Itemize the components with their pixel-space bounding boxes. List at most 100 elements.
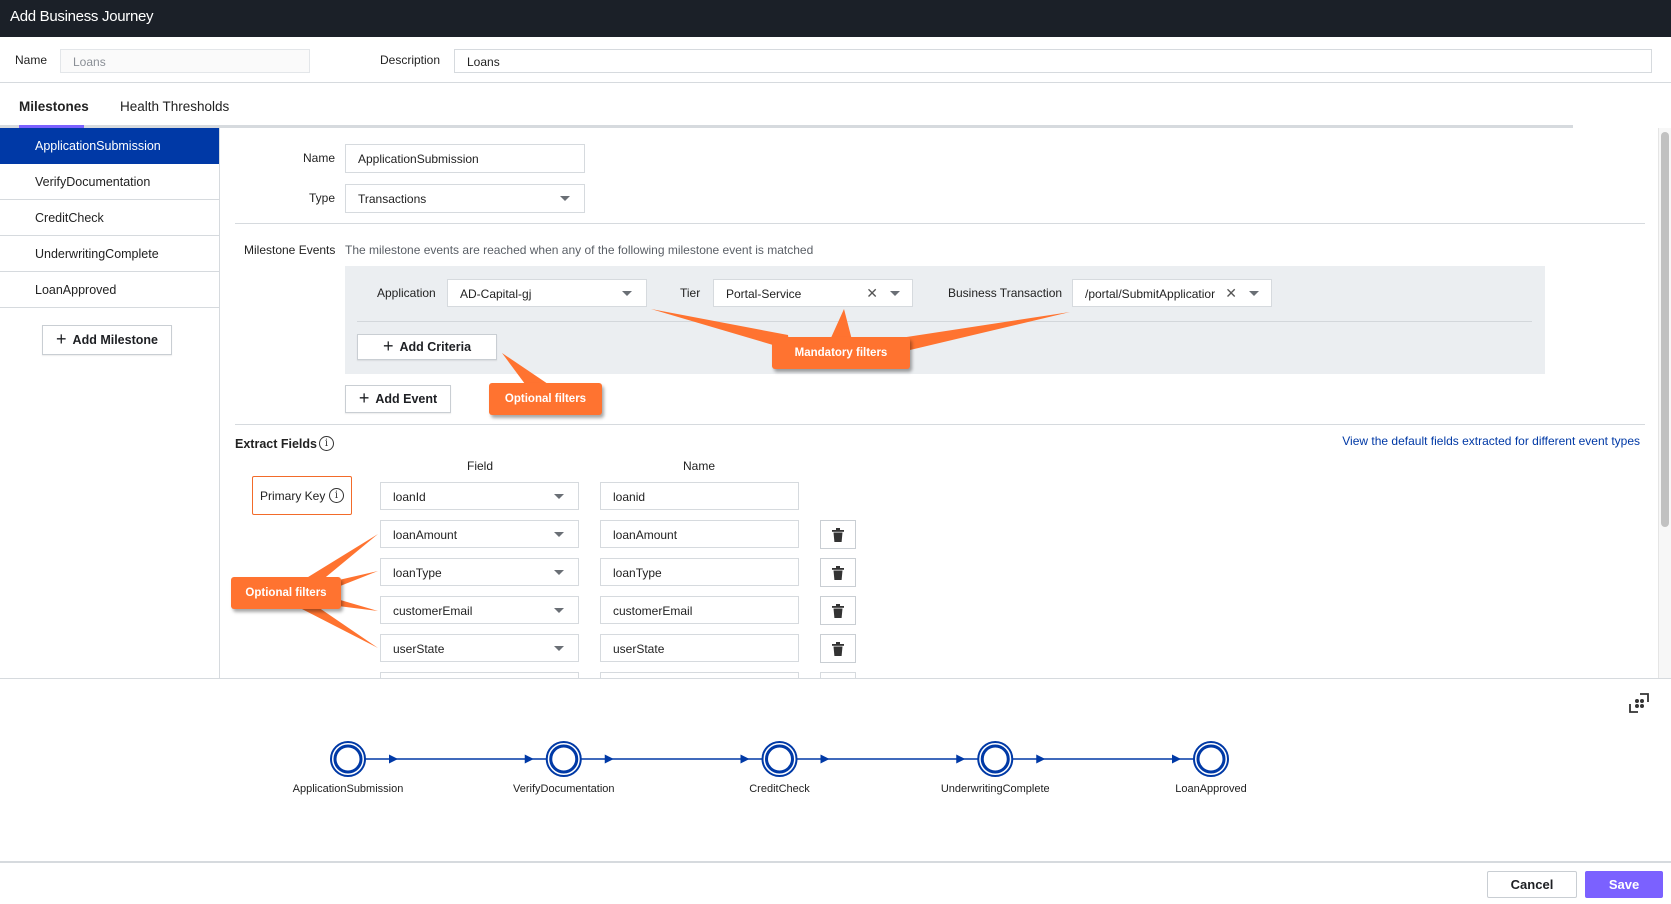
field-name-input[interactable]: loanid <box>600 482 799 510</box>
tab-milestones[interactable]: Milestones <box>19 99 89 114</box>
field-select-value: loanType <box>393 566 442 580</box>
primary-key-badge: Primary Key i <box>252 476 352 515</box>
flow-arrow-icon <box>604 754 614 764</box>
milestone-item-label: VerifyDocumentation <box>35 175 151 189</box>
field-column-header: Field <box>467 459 494 473</box>
add-milestone-label: Add Milestone <box>72 333 158 347</box>
optional-fields-callout: Optional filters <box>231 577 341 609</box>
info-icon[interactable]: i <box>319 436 334 451</box>
flow-arrow-icon <box>956 754 966 764</box>
field-name-input[interactable]: customerEmail <box>600 596 799 624</box>
journey-name-label: Name <box>15 53 48 67</box>
application-select[interactable]: AD-Capital-gj <box>447 279 647 307</box>
flow-node-ring <box>980 744 1010 774</box>
journey-name-input[interactable]: Loans <box>60 49 310 73</box>
section-divider <box>235 424 1645 425</box>
add-criteria-label: Add Criteria <box>399 340 472 354</box>
field-select-value: userState <box>393 642 445 656</box>
tab-health-thresholds[interactable]: Health Thresholds <box>120 99 229 114</box>
field-select[interactable]: loanAmount <box>380 520 579 548</box>
chevron-down-icon <box>622 291 632 296</box>
trash-icon <box>832 603 844 618</box>
milestone-item-label: CreditCheck <box>35 211 104 225</box>
chevron-down-icon <box>554 608 564 613</box>
milestone-type-label: Type <box>309 191 336 205</box>
save-button[interactable]: Save <box>1585 871 1663 898</box>
milestone-item-label: LoanApproved <box>35 283 117 297</box>
field-name-input[interactable]: userState <box>600 634 799 662</box>
flow-canvas <box>330 741 1229 777</box>
section-divider <box>235 223 1645 224</box>
tier-label: Tier <box>680 286 701 300</box>
field-select-value: loanId <box>393 490 426 504</box>
flow-arrow-icon <box>524 754 534 764</box>
business-transaction-select[interactable]: /portal/SubmitApplicatior ✕ <box>1072 279 1272 307</box>
chevron-down-icon <box>554 646 564 651</box>
dialog-footer: Cancel Save <box>0 861 1671 904</box>
milestone-list: ApplicationSubmission VerifyDocumentatio… <box>0 128 220 678</box>
cancel-button[interactable]: Cancel <box>1487 871 1577 898</box>
flow-node-ring <box>549 744 579 774</box>
tier-value: Portal-Service <box>726 287 802 301</box>
field-name-input[interactable]: loanType <box>600 558 799 586</box>
chevron-down-icon <box>890 291 900 296</box>
milestone-type-select[interactable]: Transactions <box>345 184 585 213</box>
tab-bar: Milestones Health Thresholds <box>0 83 1671 129</box>
milestone-type-value: Transactions <box>358 192 427 206</box>
milestone-events-description: The milestone events are reached when an… <box>345 243 814 257</box>
chevron-down-icon <box>1249 291 1259 296</box>
trash-icon <box>832 527 844 542</box>
application-value: AD-Capital-gj <box>460 287 532 301</box>
milestone-name-input[interactable]: ApplicationSubmission <box>345 144 585 173</box>
clear-icon[interactable]: ✕ <box>866 286 878 300</box>
chevron-down-icon <box>560 196 570 201</box>
milestone-events-label: Milestone Events <box>244 243 336 257</box>
flow-node-label: CreditCheck <box>749 783 810 795</box>
field-select[interactable]: loanId <box>380 482 579 510</box>
trash-icon <box>832 641 844 656</box>
tier-select[interactable]: Portal-Service ✕ <box>713 279 913 307</box>
field-select-value: loanAmount <box>393 528 458 542</box>
milestone-item[interactable]: VerifyDocumentation <box>0 164 219 200</box>
delete-field-button[interactable] <box>820 558 856 587</box>
milestone-event-panel: Application AD-Capital-gj Tier Portal-Se… <box>345 266 1545 374</box>
field-select[interactable]: userState <box>380 634 579 662</box>
view-default-fields-link[interactable]: View the default fields extracted for di… <box>1342 434 1640 448</box>
field-select[interactable]: customerEmail <box>380 596 579 624</box>
milestone-item[interactable]: ApplicationSubmission <box>0 128 219 164</box>
milestone-item[interactable]: UnderwritingComplete <box>0 236 219 272</box>
name-column-header: Name <box>683 459 716 473</box>
journey-flow-diagram: ApplicationSubmission VerifyDocumentation… <box>0 678 1671 861</box>
chevron-down-icon <box>554 570 564 575</box>
flow-arrow-icon <box>1036 754 1046 764</box>
journey-meta-row: Name Loans Description Loans <box>0 37 1671 83</box>
delete-field-button[interactable] <box>820 520 856 549</box>
milestone-item[interactable]: LoanApproved <box>0 272 219 308</box>
flow-node-ring <box>1196 744 1226 774</box>
vertical-scrollbar[interactable] <box>1658 128 1671 678</box>
field-name-input[interactable]: loanAmount <box>600 520 799 548</box>
delete-field-button[interactable] <box>820 596 856 625</box>
milestone-item[interactable]: CreditCheck <box>0 200 219 236</box>
optional-criteria-callout: Optional filters <box>489 383 602 415</box>
mandatory-filters-callout: Mandatory filters <box>772 337 910 369</box>
journey-description-input[interactable]: Loans <box>454 49 1652 73</box>
trash-icon <box>832 565 844 580</box>
flow-node-label: UnderwritingComplete <box>940 783 1050 795</box>
extract-fields-title: Extract Fields <box>235 437 317 451</box>
add-criteria-button[interactable]: + Add Criteria <box>357 334 497 360</box>
milestone-name-label: Name <box>303 151 336 165</box>
add-event-button[interactable]: + Add Event <box>345 385 451 413</box>
clear-icon[interactable]: ✕ <box>1225 286 1237 300</box>
field-select-value: customerEmail <box>393 604 473 618</box>
window-title: Add Business Journey <box>10 8 154 25</box>
delete-field-button[interactable] <box>820 634 856 663</box>
business-transaction-label: Business Transaction <box>948 286 1063 300</box>
chevron-down-icon <box>554 494 564 499</box>
plus-icon: + <box>382 336 394 356</box>
info-icon[interactable]: i <box>329 488 344 503</box>
scrollbar-thumb[interactable] <box>1661 132 1669 527</box>
add-milestone-button[interactable]: + Add Milestone <box>42 325 172 355</box>
business-transaction-value: /portal/SubmitApplicatior <box>1085 287 1216 301</box>
field-select[interactable]: loanType <box>380 558 579 586</box>
